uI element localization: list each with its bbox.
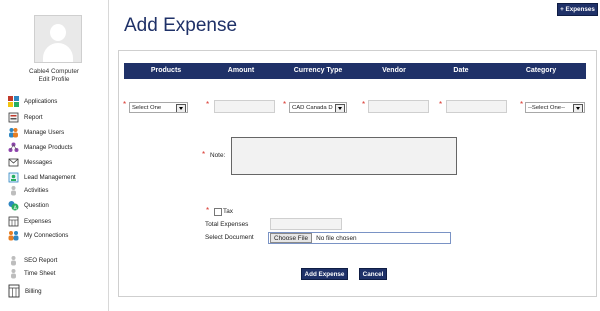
select-document-label: Select Document xyxy=(205,234,254,241)
add-expenses-button[interactable]: + Expenses xyxy=(557,3,598,16)
chevron-down-icon xyxy=(573,104,583,112)
date-input[interactable] xyxy=(446,100,507,113)
column-header-currency-type: Currency Type xyxy=(293,67,343,74)
category-select-value: --Select One-- xyxy=(528,105,565,111)
products-select-value: Select One xyxy=(132,105,162,111)
sidebar-item-messages[interactable]: Messages xyxy=(8,156,52,169)
column-header-products: Products xyxy=(150,67,182,74)
sidebar-item-report[interactable]: Report xyxy=(8,111,43,124)
sidebar-item-seo-report[interactable]: SEO Report xyxy=(8,254,57,267)
tax-label: Tax xyxy=(223,208,233,215)
amount-input[interactable] xyxy=(214,100,275,113)
sidebar-item-label: Manage Users xyxy=(24,129,65,136)
sidebar-item-label: Activities xyxy=(24,187,49,194)
no-file-text: No file chosen xyxy=(316,234,357,242)
sidebar-item-manage-users[interactable]: Manage Users xyxy=(8,126,64,139)
required-marker: * xyxy=(362,100,366,109)
note-textarea[interactable] xyxy=(231,137,457,175)
required-marker: * xyxy=(439,100,443,109)
column-header-category: Category xyxy=(525,67,557,74)
add-expense-button[interactable]: Add Expense xyxy=(301,268,348,280)
applications-icon xyxy=(8,96,19,107)
total-expenses-label: Total Expenses xyxy=(205,221,249,228)
cancel-button[interactable]: Cancel xyxy=(359,268,387,280)
chevron-down-icon xyxy=(176,104,186,112)
sidebar-item-label: Report xyxy=(24,114,43,121)
currency-select[interactable]: CAD Canada D xyxy=(289,102,347,113)
required-marker: * xyxy=(202,150,206,159)
sidebar-item-question[interactable]: A Question xyxy=(8,199,49,212)
sidebar-item-label: Time Sheet xyxy=(24,270,56,277)
required-marker: * xyxy=(123,100,127,109)
messages-icon xyxy=(8,157,19,168)
seo-report-icon xyxy=(8,255,19,266)
report-icon xyxy=(8,112,19,123)
required-marker: * xyxy=(283,100,287,109)
document-file-input[interactable]: Choose File No file chosen xyxy=(268,232,451,244)
sidebar-item-label: Expenses xyxy=(24,218,52,225)
sidebar-item-label: Billing xyxy=(25,287,42,295)
sidebar-item-time-sheet[interactable]: Time Sheet xyxy=(8,267,55,280)
expenses-icon xyxy=(8,216,19,227)
connections-icon xyxy=(8,230,19,241)
page-title: Add Expense xyxy=(124,15,238,36)
required-marker: * xyxy=(206,100,210,109)
sidebar-item-expenses[interactable]: Expenses xyxy=(8,215,51,228)
sidebar-item-activities[interactable]: Activities xyxy=(8,184,48,197)
sidebar-item-label: Applications xyxy=(24,98,58,105)
tax-checkbox[interactable] xyxy=(214,208,222,216)
question-icon: A xyxy=(8,200,19,212)
avatar xyxy=(34,15,82,63)
sidebar-item-label: Manage Products xyxy=(24,144,73,151)
users-icon xyxy=(8,127,19,138)
sidebar-item-applications[interactable]: Applications xyxy=(8,95,57,108)
sidebar-item-label: Lead Management xyxy=(24,174,76,181)
required-marker: * xyxy=(520,100,524,109)
time-sheet-icon xyxy=(8,268,19,279)
currency-select-value: CAD Canada D xyxy=(292,105,333,111)
total-expenses-input xyxy=(270,218,342,230)
sidebar-item-label: Messages xyxy=(24,159,53,166)
vendor-input[interactable] xyxy=(368,100,429,113)
category-select[interactable]: --Select One-- xyxy=(525,102,585,113)
products-icon xyxy=(8,142,19,153)
sidebar-item-label: My Connections xyxy=(24,232,69,239)
column-header-amount: Amount xyxy=(227,67,255,74)
sidebar-item-label: Question xyxy=(24,202,49,209)
chevron-down-icon xyxy=(335,104,345,112)
sidebar: Cable4 Computer Edit Profile Application… xyxy=(0,0,109,311)
required-marker: * xyxy=(206,206,210,215)
sidebar-item-manage-products[interactable]: Manage Products xyxy=(8,141,73,154)
column-header-vendor: Vendor xyxy=(382,67,406,74)
products-select[interactable]: Select One xyxy=(129,102,188,113)
billing-icon xyxy=(8,284,20,298)
note-label: Note: xyxy=(210,152,226,159)
activities-icon xyxy=(8,185,19,196)
sidebar-item-label: SEO Report xyxy=(24,257,58,264)
sidebar-item-billing[interactable]: Billing xyxy=(8,283,42,299)
sidebar-item-lead-management[interactable]: Lead Management xyxy=(8,171,76,184)
table-header: Products Amount Currency Type Vendor Dat… xyxy=(124,63,586,79)
profile-name: Cable4 Computer xyxy=(28,68,80,75)
edit-profile-link[interactable]: Edit Profile xyxy=(0,76,108,83)
choose-file-button[interactable]: Choose File xyxy=(270,233,313,243)
lead-icon xyxy=(8,172,19,183)
sidebar-item-my-connections[interactable]: My Connections xyxy=(8,229,68,242)
column-header-date: Date xyxy=(453,67,469,74)
